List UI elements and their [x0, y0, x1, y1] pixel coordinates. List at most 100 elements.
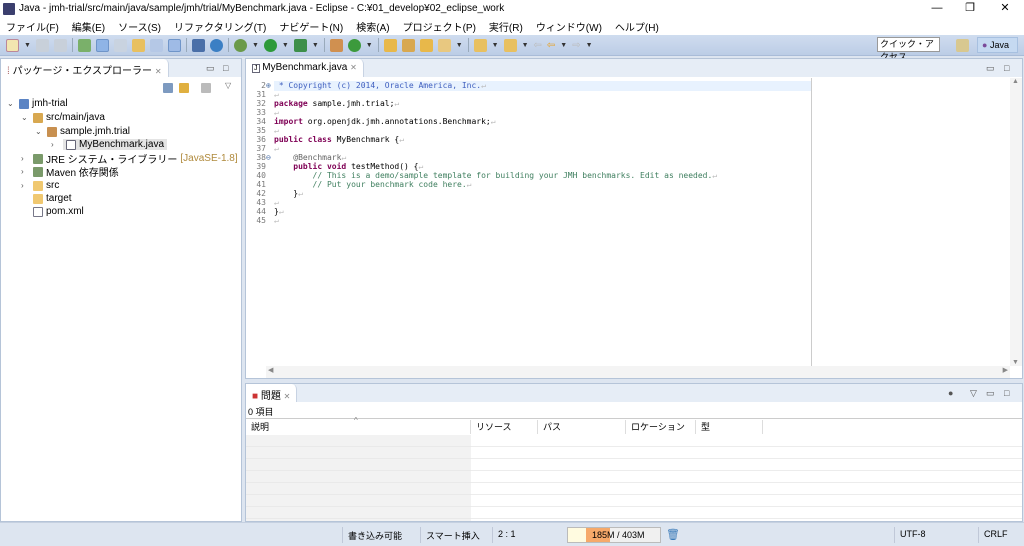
window-title: Java - jmh-trial/src/main/java/sample/jm… — [19, 3, 505, 14]
view-menu-icon[interactable]: ▽ — [970, 388, 977, 399]
column-description[interactable]: 説明 ^ — [246, 416, 471, 434]
block-selection-icon[interactable] — [149, 38, 163, 52]
quick-access-input[interactable]: クイック・アクセス — [877, 37, 940, 62]
garbage-collect-icon[interactable]: 🗑 — [666, 528, 680, 541]
dropdown-icon[interactable]: ▼ — [522, 42, 529, 49]
save-all-icon[interactable] — [53, 38, 67, 52]
settings-icon[interactable] — [209, 38, 223, 52]
close-icon[interactable]: ✕ — [155, 67, 162, 76]
back-last-edit-icon[interactable]: ⇦ — [534, 40, 542, 51]
run-icon[interactable] — [263, 38, 277, 52]
minimize-icon[interactable]: ▭ — [986, 388, 995, 399]
minimize-button[interactable]: — — [922, 0, 952, 17]
collapse-all-icon[interactable] — [163, 83, 173, 93]
show-whitespace-icon[interactable] — [167, 38, 181, 52]
tree-item-package[interactable]: ⌄ sample.jmh.trial — [35, 125, 130, 138]
open-project-icon[interactable] — [401, 38, 415, 52]
prev-annotation-icon[interactable] — [503, 38, 517, 52]
close-icon[interactable]: ✕ — [350, 63, 357, 72]
tree-item-maven[interactable]: › Maven 依存関係 — [21, 165, 119, 179]
menu-project[interactable]: プロジェクト(P) — [403, 19, 476, 34]
maximize-icon[interactable]: □ — [1004, 63, 1009, 73]
open-type-icon[interactable] — [77, 38, 91, 52]
minimize-icon[interactable]: ▭ — [206, 63, 215, 74]
save-icon[interactable] — [35, 38, 49, 52]
open-folder-icon[interactable] — [383, 38, 397, 52]
tab-problems[interactable]: ■ 問題 ✕ — [246, 384, 298, 402]
menu-search[interactable]: 検索(A) — [356, 19, 389, 34]
tree-item-pom[interactable]: pom.xml — [33, 205, 84, 218]
dropdown-icon[interactable]: ▼ — [282, 42, 289, 49]
maximize-icon[interactable]: □ — [223, 63, 228, 73]
chevron-down-icon[interactable]: ⌄ — [21, 113, 30, 122]
dropdown-icon[interactable]: ▼ — [586, 42, 593, 49]
coverage-icon[interactable] — [293, 38, 307, 52]
heap-status-bar[interactable]: 185M / 403M — [567, 527, 661, 543]
dropdown-icon[interactable]: ▼ — [252, 42, 259, 49]
java-perspective-button[interactable]: ● Java — [977, 37, 1018, 53]
horizontal-scrollbar[interactable]: ◀ ▶ — [266, 366, 1010, 378]
dropdown-icon[interactable]: ▼ — [312, 42, 319, 49]
column-path[interactable]: パス — [538, 420, 626, 434]
menu-source[interactable]: ソース(S) — [118, 19, 161, 34]
maximize-icon[interactable]: □ — [1004, 388, 1009, 398]
menu-help[interactable]: ヘルプ(H) — [615, 19, 659, 34]
toggle-icon[interactable] — [113, 38, 127, 52]
focus-icon[interactable] — [201, 83, 211, 93]
dropdown-icon[interactable]: ▼ — [492, 42, 499, 49]
open-file-icon[interactable] — [419, 38, 433, 52]
view-menu-icon[interactable]: ▽ — [225, 81, 231, 90]
column-resource[interactable]: リソース — [471, 420, 538, 434]
column-type[interactable]: 型 — [696, 420, 763, 434]
menu-run[interactable]: 実行(R) — [489, 19, 523, 34]
new-class-icon[interactable] — [347, 38, 361, 52]
tree-item-mybenchmark[interactable]: › MyBenchmark.java — [51, 138, 168, 151]
chevron-right-icon[interactable]: › — [51, 140, 60, 149]
focus-icon[interactable]: ● — [948, 388, 953, 398]
tab-package-explorer[interactable]: ⁞ パッケージ・エクスプローラー ✕ — [1, 59, 169, 77]
code-editor[interactable]: 2 ⊕ * Copyright (c) 2014, Oracle America,… — [246, 78, 811, 366]
annotation-icon[interactable] — [131, 38, 145, 52]
new-icon[interactable] — [6, 38, 19, 52]
line-number: 2 — [261, 81, 266, 90]
chevron-down-icon[interactable]: ⌄ — [7, 99, 16, 108]
next-annotation-icon[interactable] — [473, 38, 487, 52]
menu-navigate[interactable]: ナビゲート(N) — [279, 19, 343, 34]
terminal-icon[interactable] — [191, 38, 205, 52]
expand-fold-icon[interactable]: ⊕ — [266, 81, 271, 90]
dropdown-icon[interactable]: ▼ — [456, 42, 463, 49]
back-icon[interactable]: ⇦ — [547, 40, 555, 51]
tab-mybenchmark-java[interactable]: J MyBenchmark.java ✕ — [246, 59, 364, 77]
dropdown-icon[interactable]: ▼ — [24, 42, 31, 49]
menu-window[interactable]: ウィンドウ(W) — [536, 19, 602, 34]
perspective-label: Java — [989, 40, 1009, 50]
writable-status: 書き込み可能 — [348, 531, 403, 541]
tree-item-src[interactable]: › src — [21, 179, 59, 192]
collapse-fold-icon[interactable]: ⊖ — [266, 153, 271, 162]
chevron-right-icon[interactable]: › — [21, 181, 30, 190]
new-package-icon[interactable] — [329, 38, 343, 52]
maximize-button[interactable]: ❐ — [955, 0, 985, 17]
chevron-right-icon[interactable]: › — [21, 167, 30, 176]
menu-file[interactable]: ファイル(F) — [6, 19, 59, 34]
menu-refactor[interactable]: リファクタリング(T) — [174, 19, 266, 34]
close-icon[interactable]: ✕ — [284, 392, 291, 401]
column-location[interactable]: ロケーション — [626, 420, 696, 434]
chevron-down-icon[interactable]: ⌄ — [35, 127, 44, 136]
open-perspective-icon[interactable] — [956, 39, 969, 52]
tree-item-project[interactable]: ⌄ jmh-trial — [7, 97, 68, 110]
chevron-right-icon[interactable]: › — [21, 154, 30, 163]
mark-occurrences-icon[interactable] — [95, 38, 109, 52]
minimize-icon[interactable]: ▭ — [986, 63, 995, 74]
search-icon[interactable] — [437, 38, 451, 52]
debug-icon[interactable] — [233, 38, 247, 52]
dropdown-icon[interactable]: ▼ — [560, 42, 567, 49]
menu-edit[interactable]: 編集(E) — [72, 19, 105, 34]
tree-item-src-main-java[interactable]: ⌄ src/main/java — [21, 111, 105, 124]
vertical-scrollbar[interactable]: ▲ ▼ — [1010, 78, 1022, 366]
link-with-editor-icon[interactable] — [179, 83, 189, 93]
forward-icon[interactable]: ⇨ — [572, 40, 580, 51]
tree-item-target[interactable]: target — [33, 192, 72, 205]
close-button[interactable]: ✕ — [990, 0, 1020, 17]
dropdown-icon[interactable]: ▼ — [366, 42, 373, 49]
